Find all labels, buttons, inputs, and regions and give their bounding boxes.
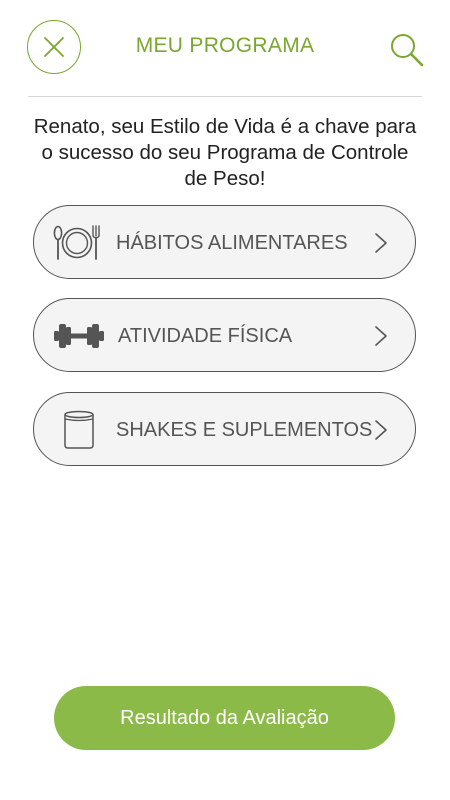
page-title: MEU PROGRAMA [135, 34, 315, 57]
menu-item-habitos-alimentares[interactable]: HÁBITOS ALIMENTARES [33, 205, 416, 279]
chevron-right-icon [375, 420, 387, 440]
search-icon [391, 34, 424, 67]
menu-item-shakes-suplementos[interactable]: SHAKES E SUPLEMENTOS [33, 392, 416, 466]
menu-item-atividade-fisica[interactable]: ATIVIDADE FÍSICA [33, 298, 416, 372]
chevron-right-icon [375, 326, 387, 346]
intro-text: Renato, seu Estilo de Vida é a chave par… [33, 115, 417, 190]
header-divider [28, 96, 422, 97]
header: MEU PROGRAMA [0, 0, 450, 96]
screen: MEU PROGRAMA Renato, seu Estilo de Vida … [0, 0, 450, 800]
chevron-right-icon [375, 233, 387, 253]
plate-cutlery-icon [52, 223, 106, 263]
search-button[interactable] [387, 30, 427, 70]
menu-item-label: HÁBITOS ALIMENTARES [116, 232, 348, 254]
menu-item-label: SHAKES E SUPLEMENTOS [116, 419, 373, 441]
menu-item-label: ATIVIDADE FÍSICA [118, 325, 293, 347]
dumbbell-icon [52, 316, 106, 356]
canister-icon [52, 410, 106, 450]
resultado-avaliacao-button[interactable]: Resultado da Avaliação [54, 686, 395, 750]
